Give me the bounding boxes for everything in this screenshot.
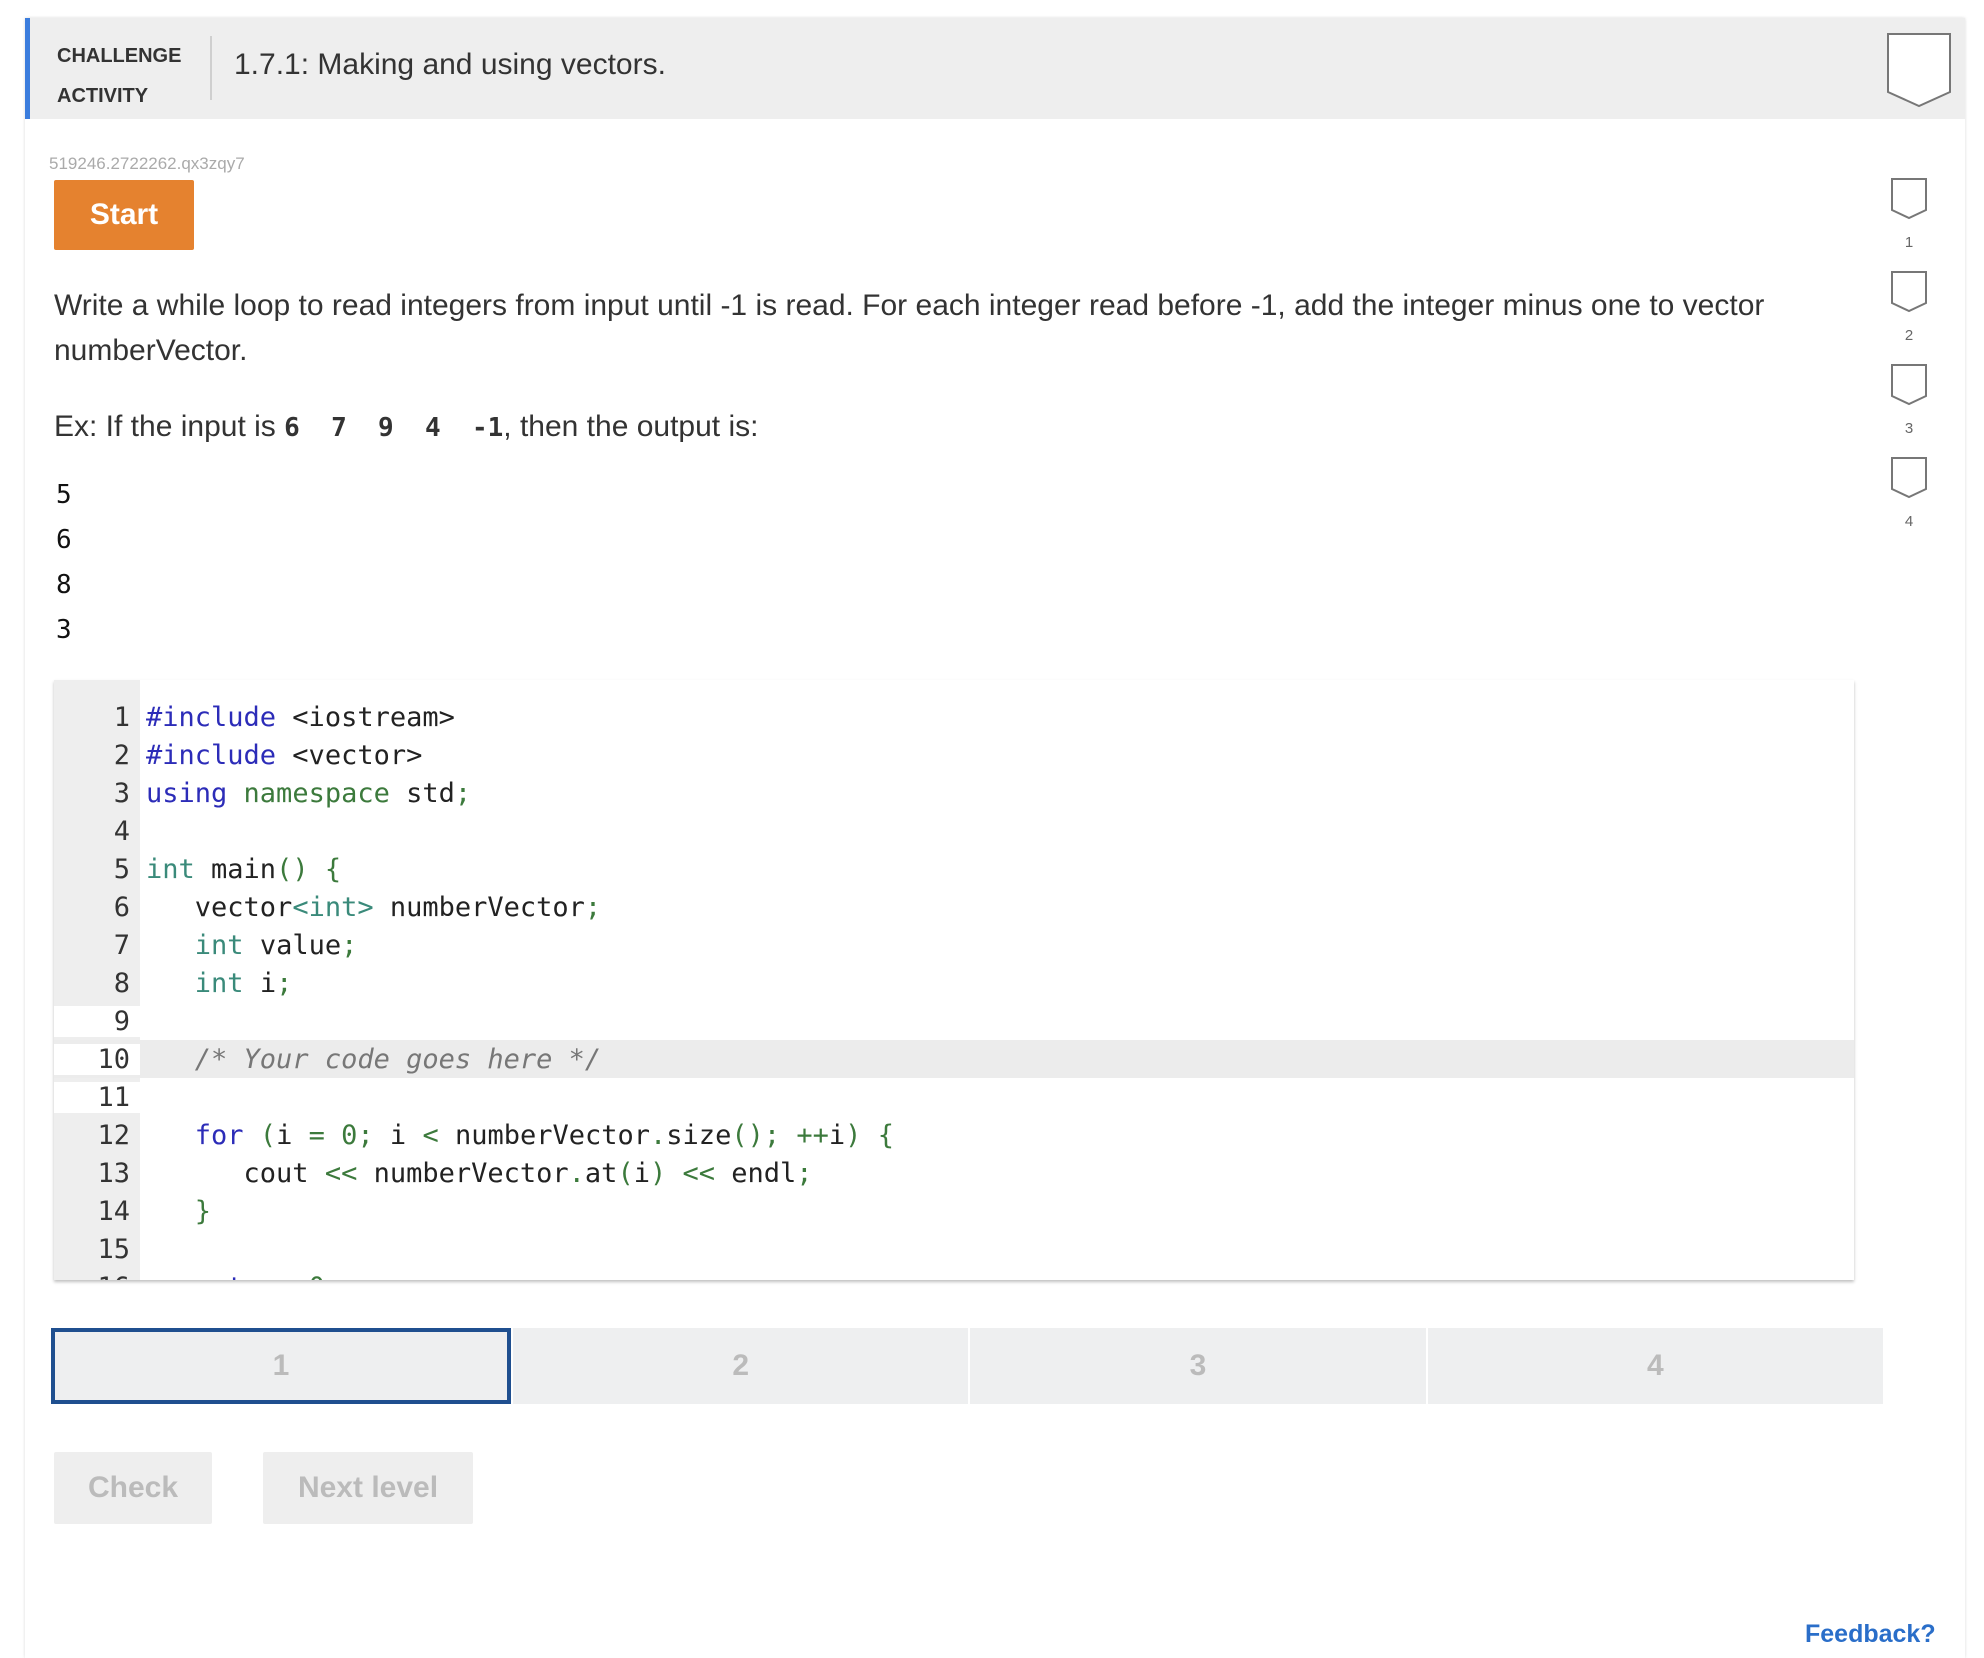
code-line[interactable]: 3 using namespace std; [54, 774, 1854, 812]
line-number: 3 [113, 777, 130, 809]
line-number: 9 [54, 1005, 140, 1037]
code-line[interactable]: 5 int main() { [54, 850, 1854, 888]
activity-id: 519246.2722262.qx3zqy7 [49, 154, 245, 173]
line-number: 4 [113, 815, 130, 847]
example-output: 5 6 8 3 [56, 473, 72, 653]
code-line[interactable]: 11 [54, 1078, 1854, 1116]
level-tab-2[interactable]: 2 [513, 1328, 969, 1404]
line-number: 11 [54, 1081, 140, 1113]
level-progress-number: 4 [1904, 513, 1914, 530]
code-text: for (i = 0; i < numberVector.size(); ++i… [194, 1119, 894, 1151]
level-progress-number: 1 [1904, 234, 1914, 251]
level-tabs: 1234 [51, 1328, 1883, 1404]
header-divider [210, 36, 212, 100]
code-line[interactable]: 13 cout << numberVector.at(i) << endl; [54, 1154, 1854, 1192]
output-line: 6 [56, 525, 72, 555]
level-progress-number: 2 [1904, 327, 1914, 344]
code-text: int i; [194, 967, 293, 999]
code-line[interactable]: 16 return 0; [54, 1268, 1854, 1281]
level-tab-3[interactable]: 3 [970, 1328, 1426, 1404]
activity-title: 1.7.1: Making and using vectors. [234, 48, 666, 81]
level-tab-1[interactable]: 1 [51, 1328, 511, 1404]
example-line: Ex: If the input is 6 7 9 4 -1, then the… [54, 410, 758, 444]
code-line[interactable]: 6 vector<int> numberVector; [54, 888, 1854, 926]
code-text: int value; [194, 929, 358, 961]
code-text: vector<int> numberVector; [146, 891, 602, 923]
example-prefix: Ex: If the input is [54, 410, 285, 443]
level-progress-shield-icon [1891, 271, 1927, 313]
code-text: return 0; [140, 1272, 341, 1281]
activity-type-line2: ACTIVITY [57, 85, 149, 107]
level-progress-shield-icon [1891, 457, 1927, 499]
output-line: 8 [56, 570, 72, 600]
code-line[interactable]: 15 [54, 1230, 1854, 1268]
line-number: 16 [54, 1272, 140, 1281]
start-button[interactable]: Start [54, 180, 194, 250]
check-button[interactable]: Check [54, 1452, 212, 1524]
line-number: 7 [113, 929, 130, 961]
code-line[interactable]: 7 int value; [54, 926, 1854, 964]
line-number: 12 [97, 1119, 130, 1151]
activity-type-line1: CHALLENGE [57, 45, 182, 67]
level-progress-shield-icon [1891, 364, 1927, 406]
line-number: 5 [113, 853, 130, 885]
code-line[interactable]: 4 [54, 812, 1854, 850]
code-text: using namespace std; [146, 777, 472, 809]
code-text: /* Your code goes here */ [194, 1043, 602, 1075]
code-line[interactable]: 10 /* Your code goes here */ [54, 1040, 1854, 1078]
example-input: 6 7 9 4 -1 [284, 413, 504, 443]
problem-statement: Write a while loop to read integers from… [54, 289, 1765, 367]
challenge-activity-card: CHALLENGE ACTIVITY 1.7.1: Making and usi… [25, 18, 1965, 1658]
code-text: int main() { [146, 853, 342, 885]
line-number: 10 [54, 1043, 140, 1075]
next-level-button[interactable]: Next level [263, 1452, 473, 1524]
code-text: #include <vector> [146, 739, 423, 771]
code-line[interactable]: 14 } [54, 1192, 1854, 1230]
activity-type: CHALLENGE ACTIVITY [57, 36, 181, 116]
code-text: } [194, 1195, 212, 1227]
code-text: cout << numberVector.at(i) << endl; [146, 1157, 813, 1189]
activity-header: CHALLENGE ACTIVITY 1.7.1: Making and usi… [25, 18, 1965, 119]
line-number: 2 [113, 739, 130, 771]
code-line[interactable]: 9 [54, 1002, 1854, 1040]
code-line[interactable]: 1 #include <iostream> [54, 698, 1854, 736]
feedback-link[interactable]: Feedback? [1805, 1620, 1936, 1649]
line-number: 1 [113, 701, 130, 733]
code-line[interactable]: 8 int i; [54, 964, 1854, 1002]
code-editor[interactable]: 1 #include <iostream> 2 #include <vector> 3 u… [54, 680, 1854, 1280]
line-number: 6 [113, 891, 130, 923]
code-text: #include <iostream> [146, 701, 455, 733]
level-tab-4[interactable]: 4 [1427, 1328, 1883, 1404]
level-progress-shield-icon [1891, 178, 1927, 220]
output-line: 5 [56, 480, 72, 510]
line-number: 13 [97, 1157, 130, 1189]
code-line[interactable]: 2 #include <vector> [54, 736, 1854, 774]
line-number: 8 [113, 967, 130, 999]
code-line[interactable]: 12 for (i = 0; i < numberVector.size(); … [54, 1116, 1854, 1154]
example-suffix: , then the output is: [503, 410, 759, 443]
line-number: 15 [97, 1233, 130, 1265]
completion-shield-icon [1886, 32, 1952, 108]
output-line: 3 [56, 615, 72, 645]
line-number: 14 [97, 1195, 130, 1227]
level-progress-number: 3 [1904, 420, 1914, 437]
